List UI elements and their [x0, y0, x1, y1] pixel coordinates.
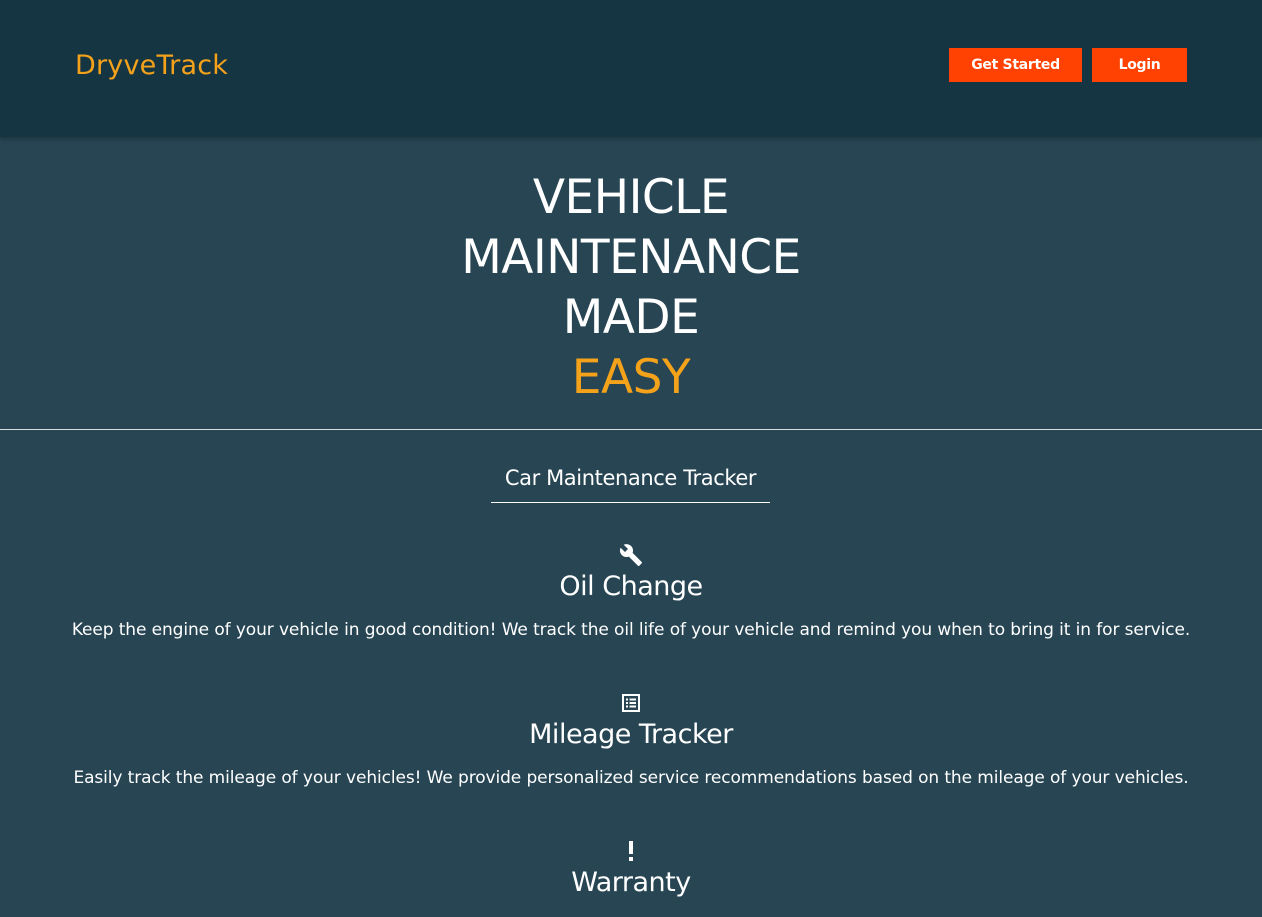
hero-line-3: MADE — [562, 290, 700, 345]
exclamation-icon — [619, 839, 643, 863]
hero-heading: VEHICLE MAINTENANCE MADE EASY — [0, 168, 1262, 408]
section-title: Car Maintenance Tracker — [491, 462, 770, 503]
get-started-button[interactable]: Get Started — [949, 48, 1082, 82]
hero-line-2: MAINTENANCE — [461, 230, 801, 285]
brand-logo[interactable]: DryveTrack — [75, 48, 228, 84]
top-navbar: DryveTrack Get Started Login — [0, 0, 1262, 137]
section-divider — [0, 429, 1262, 430]
login-button[interactable]: Login — [1092, 48, 1187, 82]
feature-description: Easily track the mileage of your vehicle… — [73, 768, 1189, 788]
feature-title: Mileage Tracker — [529, 719, 733, 750]
feature-title: Oil Change — [559, 571, 703, 602]
hero-accent-word: EASY — [571, 350, 691, 405]
hero-line-1: VEHICLE — [532, 170, 730, 225]
feature-title: Warranty — [571, 867, 691, 898]
feature-warranty: Warranty — [0, 839, 1262, 901]
wrench-icon — [619, 543, 643, 567]
list-icon — [619, 691, 643, 715]
feature-description: Keep the engine of your vehicle in good … — [71, 620, 1191, 640]
feature-oil-change: Oil Change Keep the engine of your vehic… — [0, 543, 1262, 642]
feature-mileage-tracker: Mileage Tracker Easily track the mileage… — [0, 691, 1262, 790]
